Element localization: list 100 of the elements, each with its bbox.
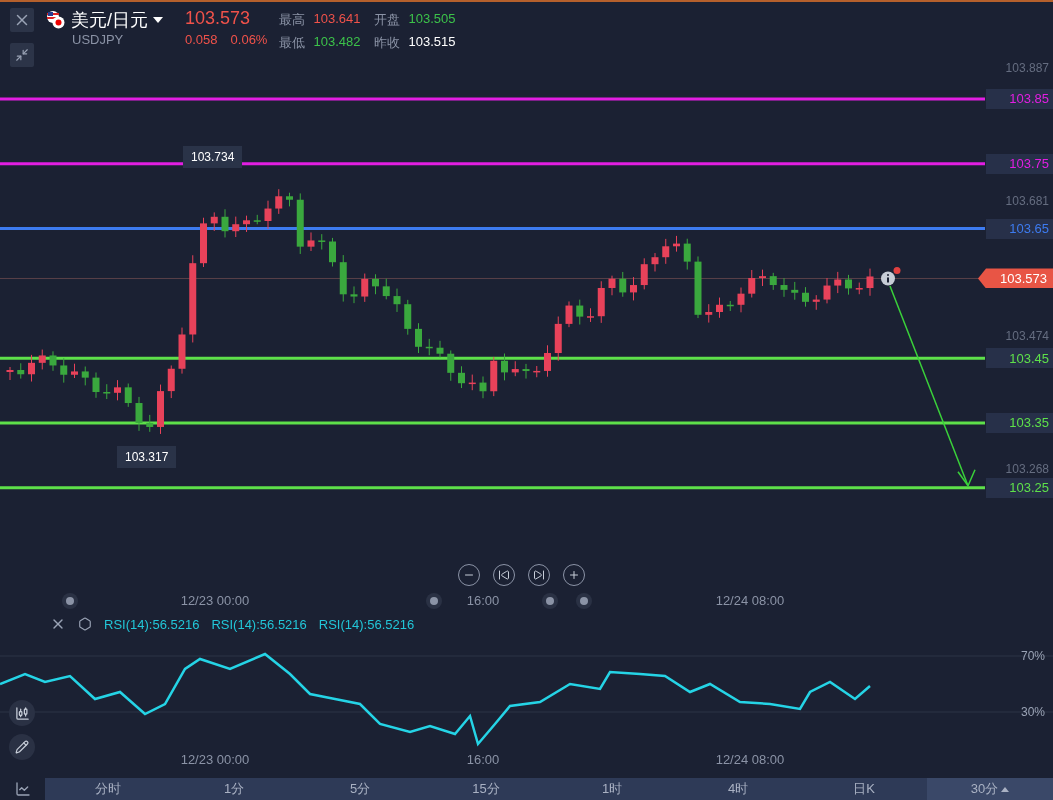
candlestick — [662, 238, 670, 265]
stat-value: 103.505 — [408, 11, 456, 28]
candlestick — [372, 273, 379, 295]
trend-arrow[interactable] — [889, 285, 976, 488]
candlestick — [619, 271, 627, 298]
candlestick — [157, 384, 164, 435]
level-price-label: 103.65 — [986, 218, 1053, 239]
period-tab[interactable]: 15分 — [423, 778, 549, 800]
candlestick — [404, 299, 412, 336]
price-change-percent: 0.06% — [230, 32, 268, 47]
candlestick — [866, 268, 874, 297]
candlestick — [565, 300, 573, 328]
candlestick — [296, 192, 304, 255]
candlestick — [630, 276, 637, 301]
candlestick — [436, 340, 444, 359]
level-line[interactable] — [0, 356, 985, 360]
event-marker-icon[interactable] — [62, 592, 78, 609]
level-price-label: 103.45 — [986, 348, 1053, 369]
time-axis-label: 12/24 08:00 — [715, 752, 785, 768]
draw-tool-button[interactable] — [9, 734, 35, 761]
candlestick — [748, 269, 756, 298]
candlestick — [780, 277, 788, 298]
stat-value: 103.515 — [408, 34, 456, 51]
line-chart-icon — [14, 781, 31, 798]
plus-icon — [568, 568, 580, 581]
flag-icon — [46, 10, 66, 30]
close-button[interactable] — [10, 8, 34, 32]
indicator-settings-button[interactable] — [78, 617, 92, 632]
candlestick — [318, 233, 326, 250]
candlestick — [114, 379, 121, 401]
event-marker-icon[interactable] — [426, 592, 442, 609]
period-tab[interactable]: 1时 — [549, 778, 675, 800]
rsi-value-label: RSI(14):56.5216 — [104, 617, 200, 632]
candlestick-tool-button[interactable] — [9, 700, 35, 727]
candlestick — [6, 366, 14, 381]
candlestick — [845, 274, 852, 296]
indicator-tool-button[interactable] — [14, 781, 31, 798]
currency-pair[interactable]: 美元/日元 — [71, 8, 148, 32]
candlestick — [576, 299, 584, 325]
candlestick — [533, 365, 541, 378]
candlestick-icon — [14, 705, 30, 721]
candlestick — [307, 231, 315, 252]
candlestick — [490, 356, 498, 397]
candlestick — [511, 360, 519, 377]
period-tab[interactable]: 1分 — [171, 778, 297, 800]
candlestick — [92, 371, 100, 399]
candlestick — [221, 208, 229, 238]
level-line[interactable] — [0, 486, 985, 490]
skip-back-icon — [498, 568, 510, 581]
candlestick — [71, 363, 78, 379]
candlestick — [802, 286, 809, 308]
candlestick — [812, 294, 820, 311]
level-price-label: 103.85 — [986, 88, 1053, 109]
info-icon[interactable] — [881, 266, 901, 286]
candlestick — [597, 280, 605, 324]
collapse-button[interactable] — [10, 43, 34, 67]
candlestick — [554, 316, 562, 362]
candlestick — [178, 327, 186, 375]
candlestick — [275, 188, 283, 215]
current-price-tag: 103.573 — [978, 268, 1053, 289]
caret-icon — [1001, 786, 1010, 792]
price-change: 0.058 — [185, 32, 218, 47]
time-axis-label: 12/24 08:00 — [715, 592, 785, 608]
level-price-label: 103.35 — [986, 412, 1053, 433]
candlestick — [350, 285, 358, 304]
candlestick — [264, 200, 272, 230]
stat-label: 开盘 — [374, 11, 401, 29]
candlestick — [28, 354, 35, 383]
period-tab[interactable]: 日K — [801, 778, 927, 800]
event-marker-icon[interactable] — [576, 592, 592, 609]
dropdown-caret-icon[interactable] — [153, 17, 163, 23]
candlestick — [544, 344, 551, 378]
stat-value: 103.482 — [313, 34, 361, 51]
period-tab[interactable]: 分时 — [45, 778, 171, 800]
candlestick — [587, 307, 594, 323]
skip-forward-icon — [533, 568, 545, 581]
candlestick — [823, 277, 831, 304]
candlestick — [361, 273, 369, 303]
settings-icon — [78, 617, 92, 632]
price-axis-tick: 103.474 — [1005, 328, 1049, 343]
candlestick — [651, 252, 659, 272]
candlestick — [17, 362, 25, 380]
rsi-axis-tick: 30% — [1020, 705, 1045, 720]
period-tab[interactable]: 4时 — [675, 778, 801, 800]
candlestick — [339, 254, 347, 303]
stat-value: 103.641 — [313, 11, 361, 28]
event-marker-icon[interactable] — [542, 592, 558, 609]
period-tab[interactable]: 5分 — [297, 778, 423, 800]
candlestick — [81, 366, 89, 386]
candlestick — [49, 350, 57, 372]
time-axis-label: 16:00 — [466, 752, 500, 768]
period-tab[interactable]: 30分 — [927, 778, 1053, 800]
collapse-icon — [15, 48, 29, 62]
candlestick — [726, 300, 734, 312]
level-line[interactable] — [0, 227, 985, 231]
candlestick — [683, 238, 691, 270]
candlestick — [146, 414, 154, 433]
level-line[interactable] — [0, 162, 985, 166]
symbol-code: USDJPY — [72, 32, 125, 47]
candlestick — [673, 235, 680, 253]
